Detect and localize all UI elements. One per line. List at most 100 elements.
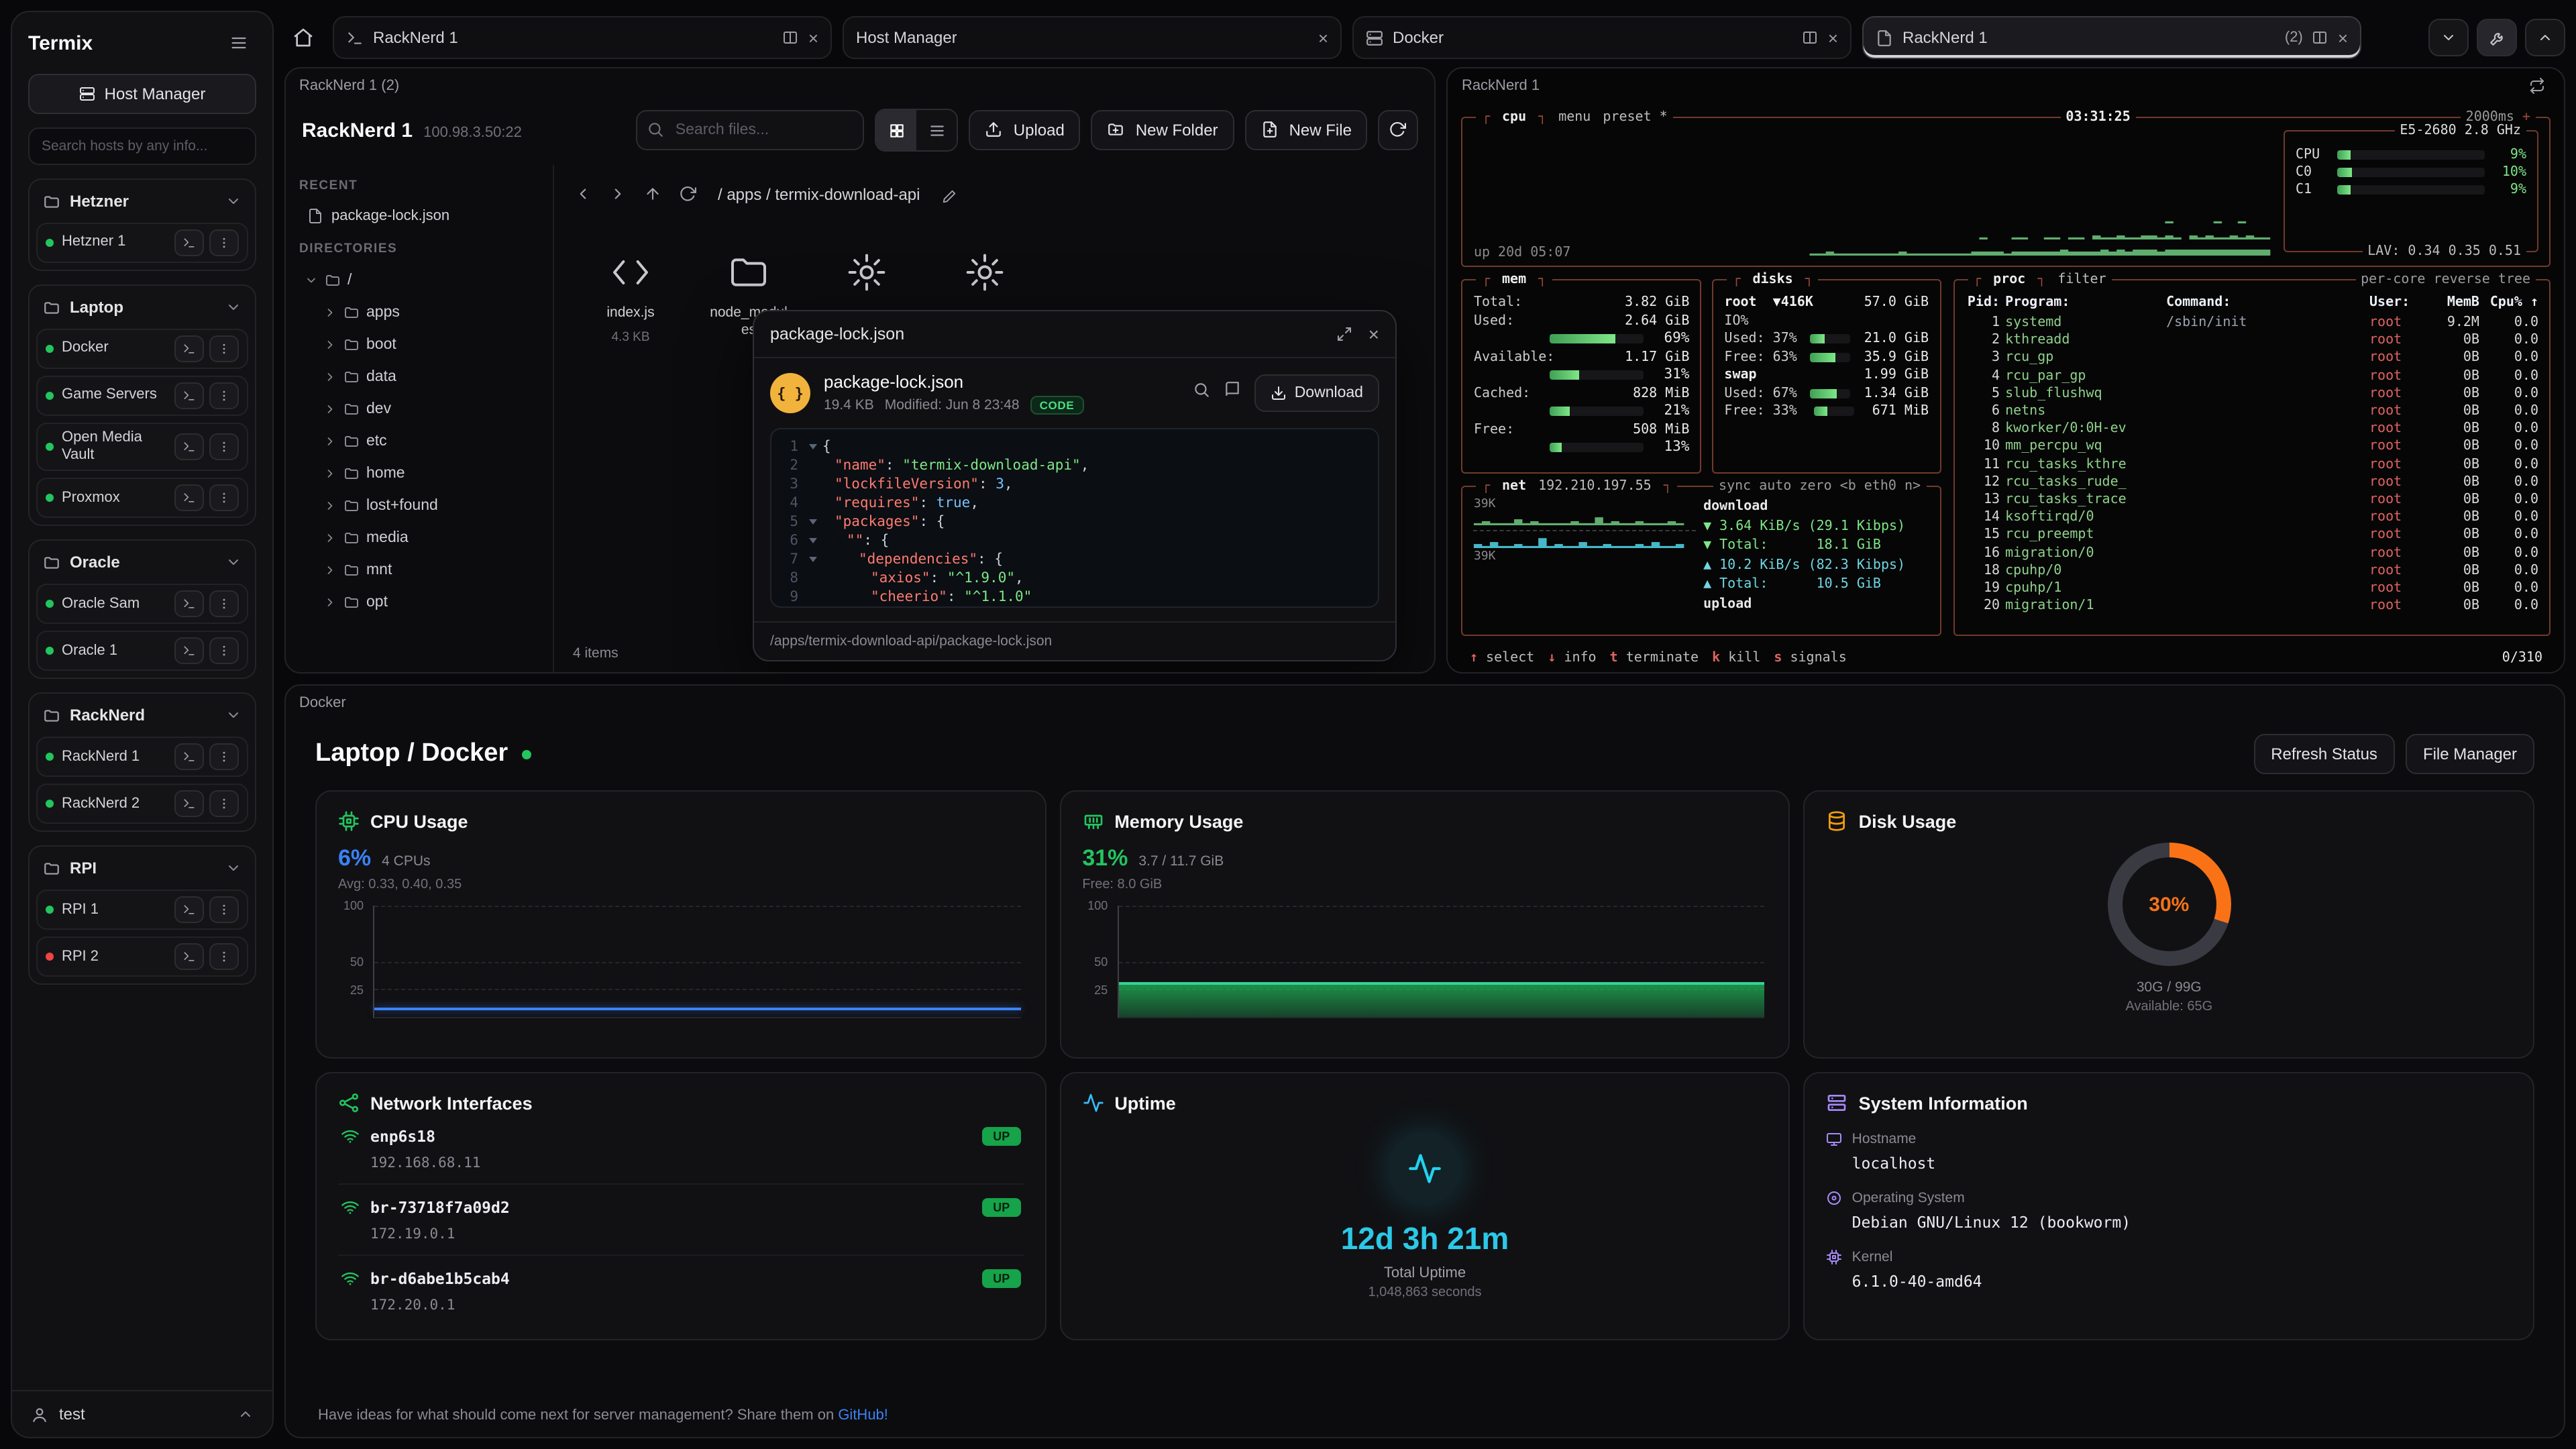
host-item[interactable]: Docker [36, 329, 248, 369]
host-item[interactable]: RPI 2 [36, 937, 248, 977]
github-link[interactable]: GitHub! [838, 1407, 888, 1424]
host-item[interactable]: Oracle 1 [36, 631, 248, 672]
host-menu-button[interactable] [209, 229, 239, 256]
search-in-file-button[interactable] [1193, 381, 1210, 405]
process-row[interactable]: 5slub_flushwqroot0B0.0 [1954, 385, 2549, 402]
cpu-header[interactable]: Cpu% ↑ [2485, 294, 2538, 311]
group-header[interactable]: Laptop [36, 292, 248, 322]
close-tab-button[interactable]: × [2338, 29, 2348, 46]
recent-file[interactable]: package-lock.json [299, 201, 539, 231]
ssh-connect-button[interactable] [174, 485, 204, 512]
fold-marker[interactable] [806, 513, 822, 531]
tab-overflow-button[interactable] [2428, 19, 2469, 56]
process-row[interactable]: 19cpuhp/1root0B0.0 [1954, 580, 2549, 597]
host-menu-button[interactable] [209, 944, 239, 971]
settings-button[interactable] [2477, 19, 2517, 56]
host-item[interactable]: RPI 1 [36, 890, 248, 930]
split-tab-button[interactable] [2312, 30, 2328, 46]
close-tab-button[interactable]: × [1828, 29, 1838, 46]
new-file-button[interactable]: New File [1245, 110, 1368, 150]
sidebar-footer[interactable]: test [12, 1390, 272, 1437]
host-menu-button[interactable] [209, 335, 239, 362]
tree-item[interactable]: / [299, 264, 539, 297]
split-tab-button[interactable] [1803, 30, 1819, 46]
tree-item[interactable]: opt [299, 586, 539, 619]
file-search-input[interactable] [637, 110, 865, 150]
process-row[interactable]: 8kworker/0:0H-evroot0B0.0 [1954, 420, 2549, 437]
fold-marker[interactable] [806, 550, 822, 569]
expand-modal-button[interactable] [1336, 326, 1352, 342]
home-button[interactable] [284, 19, 322, 56]
process-row[interactable]: 14ksoftirqd/0root0B0.0 [1954, 508, 2549, 526]
nav-forward-button[interactable] [602, 178, 635, 211]
fold-marker[interactable] [806, 531, 822, 550]
proc-filter[interactable]: filter [2057, 271, 2106, 288]
user-header[interactable]: User: [2369, 294, 2423, 311]
host-menu-button[interactable] [209, 485, 239, 512]
host-item[interactable]: Open Media Vault [36, 423, 248, 472]
process-row[interactable]: 6netnsroot0B0.0 [1954, 402, 2549, 420]
upload-button[interactable]: Upload [969, 110, 1081, 150]
host-item[interactable]: RackNerd 2 [36, 784, 248, 824]
ssh-connect-button[interactable] [174, 591, 204, 618]
ssh-connect-button[interactable] [174, 897, 204, 924]
tab-racknerd-1[interactable]: RackNerd 1(2)× [1862, 16, 2361, 59]
host-menu-button[interactable] [209, 638, 239, 665]
mem-header[interactable]: MemB [2428, 294, 2479, 311]
tree-item[interactable]: dev [299, 393, 539, 425]
pid-header[interactable]: Pid: [1965, 294, 2000, 311]
nav-refresh-button[interactable] [672, 178, 704, 211]
host-search-input[interactable] [28, 127, 256, 165]
process-row[interactable]: 18cpuhp/0root0B0.0 [1954, 562, 2549, 580]
split-tab-button[interactable] [783, 30, 799, 46]
nav-up-button[interactable] [637, 178, 669, 211]
ssh-connect-button[interactable] [174, 944, 204, 971]
process-row[interactable]: 10mm_percpu_wqroot0B0.0 [1954, 438, 2549, 455]
host-item[interactable]: Oracle Sam [36, 584, 248, 625]
host-item[interactable]: Proxmox [36, 478, 248, 519]
process-row[interactable]: 11rcu_tasks_kthreroot0B0.0 [1954, 455, 2549, 473]
host-menu-button[interactable] [209, 744, 239, 771]
tree-item[interactable]: data [299, 361, 539, 393]
process-row[interactable]: 16migration/0root0B0.0 [1954, 544, 2549, 561]
tree-item[interactable]: lost+found [299, 490, 539, 522]
host-item[interactable]: Game Servers [36, 376, 248, 416]
tree-item[interactable]: boot [299, 329, 539, 361]
tree-item[interactable]: mnt [299, 554, 539, 586]
code-block[interactable]: 1{2"name": "termix-download-api",3"lockf… [770, 428, 1379, 608]
command-header[interactable]: Command: [2166, 294, 2364, 311]
file-grid-item[interactable]: index.js4.3 KB [589, 248, 672, 344]
ssh-connect-button[interactable] [174, 791, 204, 818]
process-row[interactable]: 15rcu_preemptroot0B0.0 [1954, 527, 2549, 544]
process-row[interactable]: 2kthreaddroot0B0.0 [1954, 331, 2549, 349]
refresh-files-button[interactable] [1379, 110, 1419, 150]
terminal-screen[interactable]: ┌cpu┐ menu preset * 03:31:25 2000ms + ▁ … [1448, 103, 2564, 672]
host-manager-button[interactable]: Host Manager [28, 74, 256, 114]
process-row[interactable]: 13rcu_tasks_traceroot0B0.0 [1954, 491, 2549, 508]
close-tab-button[interactable]: × [1318, 29, 1328, 46]
host-item[interactable]: RackNerd 1 [36, 737, 248, 777]
process-row[interactable]: 3rcu_gproot0B0.0 [1954, 350, 2549, 367]
tab-docker[interactable]: Docker× [1352, 16, 1851, 59]
terminal-sync-button[interactable] [2524, 72, 2551, 99]
tree-item[interactable]: etc [299, 425, 539, 458]
ssh-connect-button[interactable] [174, 433, 204, 460]
process-row[interactable]: 12rcu_tasks_rude_root0B0.0 [1954, 474, 2549, 491]
host-menu-button[interactable] [209, 897, 239, 924]
reader-mode-button[interactable] [1224, 381, 1241, 405]
ssh-connect-button[interactable] [174, 335, 204, 362]
host-menu-button[interactable] [209, 791, 239, 818]
refresh-status-button[interactable]: Refresh Status [2253, 734, 2395, 774]
process-row[interactable]: 4rcu_par_gproot0B0.0 [1954, 367, 2549, 384]
ssh-connect-button[interactable] [174, 382, 204, 409]
host-menu-button[interactable] [209, 591, 239, 618]
new-folder-button[interactable]: New Folder [1091, 110, 1234, 150]
nav-back-button[interactable] [568, 178, 600, 211]
tree-item[interactable]: media [299, 522, 539, 554]
edit-path-button[interactable] [934, 178, 966, 211]
process-row[interactable]: 1systemd/sbin/initroot9.2M0.0 [1954, 314, 2549, 331]
collapse-button[interactable] [2525, 19, 2565, 56]
chevron-up-icon[interactable] [237, 1406, 254, 1422]
close-modal-button[interactable]: × [1368, 323, 1379, 345]
tree-item[interactable]: home [299, 458, 539, 490]
